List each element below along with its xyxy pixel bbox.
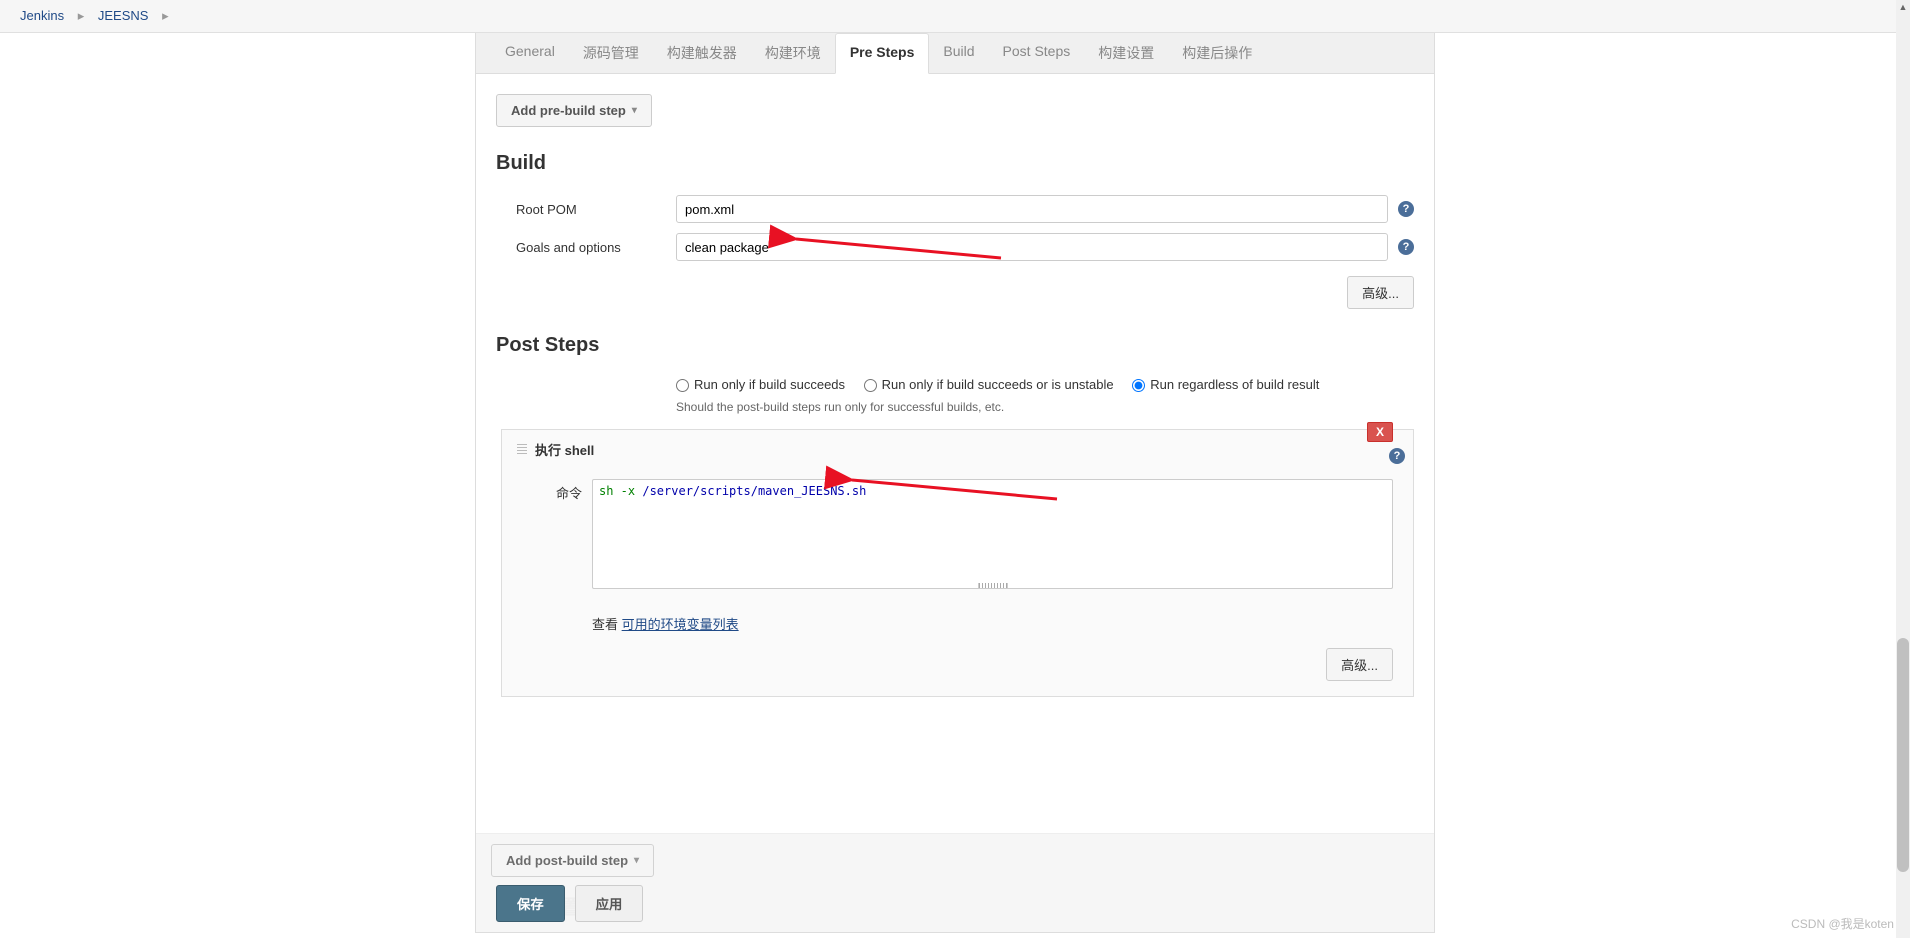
tab-bar: General 源码管理 构建触发器 构建环境 Pre Steps Build … — [476, 33, 1434, 74]
help-icon[interactable]: ? — [1398, 239, 1414, 255]
breadcrumb-project[interactable]: JEESNS — [98, 8, 149, 23]
goals-input[interactable] — [676, 233, 1388, 261]
tab-triggers[interactable]: 构建触发器 — [653, 33, 751, 73]
scrollbar-thumb[interactable] — [1897, 638, 1909, 873]
root-pom-row: Root POM ? — [496, 195, 1414, 223]
save-button[interactable]: 保存 — [496, 885, 565, 922]
tab-postbuild[interactable]: 构建后操作 — [1168, 33, 1266, 73]
shell-body: 命令 sh -x /server/scripts/maven_JEESNS.sh — [502, 469, 1413, 604]
help-icon[interactable]: ? — [1389, 448, 1405, 464]
scrollbar-track[interactable]: ▲ — [1896, 0, 1910, 938]
resize-grip[interactable] — [978, 583, 1008, 589]
radio-regardless[interactable]: Run regardless of build result — [1132, 377, 1319, 392]
tab-post-steps[interactable]: Post Steps — [989, 33, 1085, 73]
root-pom-label: Root POM — [516, 202, 676, 217]
shell-step-block: X 执行 shell ? 命令 sh -x /server/scripts/ma… — [501, 429, 1414, 697]
help-icon[interactable]: ? — [1398, 201, 1414, 217]
add-post-build-button[interactable]: Add post-build step — [491, 844, 654, 877]
content-area: Add pre-build step Build Root POM ? Goal… — [476, 74, 1434, 717]
breadcrumb-sep: ▸ — [78, 8, 85, 23]
config-panel: General 源码管理 构建触发器 构建环境 Pre Steps Build … — [475, 33, 1435, 933]
breadcrumb: Jenkins ▸ JEESNS ▸ — [0, 0, 1910, 33]
breadcrumb-sep: ▸ — [162, 8, 169, 23]
tab-env[interactable]: 构建环境 — [751, 33, 835, 73]
scroll-up-icon[interactable]: ▲ — [1896, 0, 1910, 14]
command-textarea[interactable]: sh -x /server/scripts/maven_JEESNS.sh — [592, 479, 1393, 589]
radio-succeeds[interactable]: Run only if build succeeds — [676, 377, 845, 392]
drag-handle-icon[interactable] — [517, 444, 527, 456]
tab-pre-steps[interactable]: Pre Steps — [835, 33, 930, 74]
tab-settings[interactable]: 构建设置 — [1084, 33, 1168, 73]
tab-build[interactable]: Build — [929, 33, 988, 73]
radio-unstable[interactable]: Run only if build succeeds or is unstabl… — [864, 377, 1114, 392]
shell-header[interactable]: 执行 shell — [502, 430, 1413, 469]
build-section-title: Build — [496, 152, 1414, 175]
shell-title: 执行 shell — [535, 440, 594, 459]
build-advanced-button[interactable]: 高级... — [1347, 276, 1414, 309]
command-label: 命令 — [542, 479, 592, 502]
apply-button[interactable]: 应用 — [575, 885, 644, 922]
save-bar: 构建设置 Add post-build step 保存 应用 — [476, 833, 1434, 932]
post-steps-title: Post Steps — [496, 334, 1414, 357]
post-steps-hint: Should the post-build steps run only for… — [496, 400, 1414, 414]
root-pom-input[interactable] — [676, 195, 1388, 223]
delete-step-button[interactable]: X — [1367, 422, 1393, 442]
tab-scm[interactable]: 源码管理 — [569, 33, 653, 73]
post-steps-radios: Run only if build succeeds Run only if b… — [496, 377, 1414, 392]
shell-footer: 查看 可用的环境变量列表 — [502, 604, 1413, 648]
env-vars-link[interactable]: 可用的环境变量列表 — [622, 617, 739, 632]
watermark: CSDN @我是koten — [1791, 915, 1900, 932]
goals-row: Goals and options ? — [496, 233, 1414, 261]
tab-general[interactable]: General — [491, 33, 569, 73]
add-pre-build-button[interactable]: Add pre-build step — [496, 94, 652, 127]
shell-advanced-button[interactable]: 高级... — [1326, 648, 1393, 681]
goals-label: Goals and options — [516, 240, 676, 255]
breadcrumb-jenkins[interactable]: Jenkins — [20, 8, 64, 23]
